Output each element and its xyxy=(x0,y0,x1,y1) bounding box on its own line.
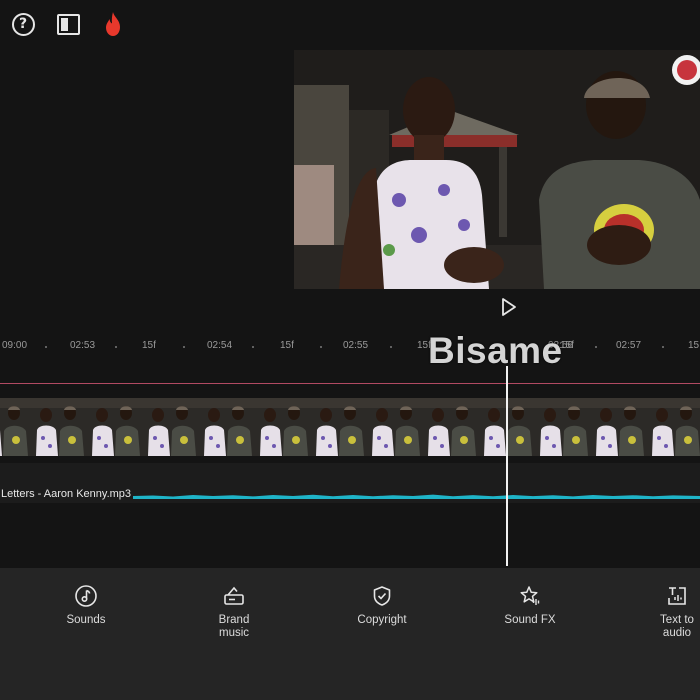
text-to-audio-icon xyxy=(668,587,686,605)
ruler-dot xyxy=(45,346,47,348)
question-circle-icon: ? xyxy=(11,12,35,36)
bottom-toolbar: Sounds Brand music Copyright Sound FX Te… xyxy=(0,568,700,700)
ruler-dot xyxy=(390,346,392,348)
ruler-dot xyxy=(115,346,117,348)
sparkle-star-icon xyxy=(520,586,540,605)
ruler-tick: 15f xyxy=(280,340,294,351)
text-to-audio-button[interactable]: Text to audio xyxy=(622,584,700,640)
video-thumbnails xyxy=(0,398,700,456)
playhead[interactable] xyxy=(506,366,508,566)
ruler-dot xyxy=(183,346,185,348)
timeline-marker-line xyxy=(0,383,700,384)
video-track[interactable] xyxy=(0,398,700,456)
flame-icon xyxy=(106,12,120,36)
text-to-audio-label: Text to audio xyxy=(660,614,694,639)
ruler-tick: 02:55 xyxy=(343,340,369,351)
audio-waveform xyxy=(133,494,700,499)
layout-toggle-button[interactable] xyxy=(54,10,82,38)
caption-text[interactable]: Bisame xyxy=(428,330,563,372)
brand-music-label: Brand music xyxy=(218,614,250,639)
brand-music-button[interactable]: Brand music xyxy=(179,584,289,640)
audio-track[interactable]: Letters - Aaron Kenny.mp3 xyxy=(0,480,700,504)
play-button[interactable] xyxy=(497,296,519,318)
ruler-dot xyxy=(252,346,254,348)
ruler-tick: 15f xyxy=(142,340,156,351)
shield-check-icon xyxy=(373,586,391,606)
copyright-label: Copyright xyxy=(357,614,407,626)
ruler-dot xyxy=(662,346,664,348)
ruler-tick: 15 xyxy=(688,340,700,351)
ruler-tick: 02:53 xyxy=(70,340,96,351)
music-note-icon xyxy=(75,585,97,607)
sound-fx-label: Sound FX xyxy=(504,614,556,626)
help-button[interactable]: ? xyxy=(9,10,37,38)
top-bar: ? xyxy=(0,0,700,50)
ruler-tick: 02:57 xyxy=(616,340,642,351)
play-icon xyxy=(502,298,516,316)
sounds-label: Sounds xyxy=(66,614,106,626)
sounds-button[interactable]: Sounds xyxy=(31,584,141,627)
copyright-button[interactable]: Copyright xyxy=(327,584,437,627)
ruler-tick: 09:00 xyxy=(2,340,28,351)
sound-fx-button[interactable]: Sound FX xyxy=(475,584,585,627)
flame-button[interactable] xyxy=(99,10,127,38)
layout-panel-icon xyxy=(56,13,80,35)
ruler-dot xyxy=(595,346,597,348)
brand-music-icon xyxy=(224,586,244,605)
audio-track-label: Letters - Aaron Kenny.mp3 xyxy=(1,488,132,500)
timeline-ruler[interactable]: 09:00 02:53 15f 02:54 15f 02:55 15f 02:5… xyxy=(0,333,700,359)
ruler-dot xyxy=(320,346,322,348)
preview-frame xyxy=(294,50,700,289)
video-preview[interactable] xyxy=(294,50,700,289)
ruler-tick: 02:54 xyxy=(207,340,233,351)
